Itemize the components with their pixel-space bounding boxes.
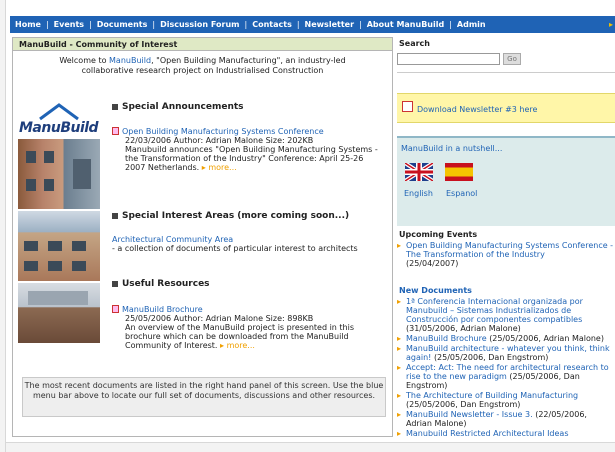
announcement-item: Open Building Manufacturing Systems Conf…	[112, 127, 382, 172]
list-item: The Architecture of Building Manufacturi…	[397, 391, 615, 409]
useful-resources-title: Useful Resources	[122, 279, 210, 289]
conference-doc-link[interactable]: Open Building Manufacturing Systems Conf…	[122, 127, 324, 136]
nav-newsletter[interactable]: Newsletter	[300, 20, 359, 29]
house-roof-icon	[39, 103, 79, 121]
search-label: Search	[399, 39, 430, 48]
special-announcements-title: Special Announcements	[122, 102, 244, 112]
search-input[interactable]	[397, 53, 500, 65]
nav-home[interactable]: Home	[10, 20, 46, 29]
pdf-document-icon	[112, 305, 119, 313]
more-link[interactable]: ▸ more...	[220, 341, 255, 350]
bullet-square-icon	[112, 281, 118, 287]
special-interest-heading: Special Interest Areas (more coming soon…	[112, 211, 349, 221]
search-go-button[interactable]: Go	[503, 53, 521, 65]
list-item: ManuBuild Brochure (25/05/2006, Adrian M…	[397, 334, 615, 343]
nav-contacts[interactable]: Contacts	[247, 20, 297, 29]
download-newsletter-link[interactable]: Download Newsletter #3 here	[417, 105, 537, 114]
lang-spanish-link[interactable]: Espanol	[446, 189, 477, 198]
interest-area-item: Architectural Community Area - a collect…	[112, 235, 382, 253]
document-link[interactable]: Manubuild Restricted Architectural Ideas	[406, 429, 569, 438]
browser-left-edge	[0, 0, 6, 452]
lang-english-link[interactable]: English	[404, 189, 433, 198]
event-link[interactable]: Open Building Manufacturing Systems Conf…	[406, 241, 613, 259]
special-announcements-heading: Special Announcements	[112, 102, 244, 112]
useful-resources-heading: Useful Resources	[112, 279, 210, 289]
nav-events[interactable]: Events	[49, 20, 89, 29]
document-meta: (31/05/2006, Adrian Malone)	[406, 324, 521, 333]
interest-area-description: - a collection of documents of particula…	[112, 244, 358, 253]
brochure-meta: 25/05/2006 Author: Adrian Malone Size: 8…	[125, 314, 314, 323]
welcome-prefix: Welcome to	[59, 56, 110, 65]
nutshell-link[interactable]: ManuBuild in a nutshell...	[401, 144, 502, 153]
welcome-text: Welcome to ManuBuild, "Open Building Man…	[13, 51, 392, 76]
browser-bottom-edge	[6, 442, 615, 452]
document-meta: (25/05/2006, Dan Engstrom)	[406, 400, 521, 409]
list-item: 1ª Conferencia Internacional organizada …	[397, 297, 615, 333]
nav-discussion-forum[interactable]: Discussion Forum	[155, 20, 244, 29]
list-item: Manubuild Restricted Architectural Ideas	[397, 429, 615, 438]
special-interest-title: Special Interest Areas (more coming soon…	[122, 211, 350, 221]
document-link[interactable]: The Architecture of Building Manufacturi…	[406, 391, 578, 400]
bullet-square-icon	[112, 213, 118, 219]
list-item: Accept: Act: The need for architectural …	[397, 363, 615, 390]
document-link[interactable]: ManuBuild Newsletter - Issue 3.	[406, 410, 533, 419]
building-photo	[18, 211, 100, 281]
footer-help-text: The most recent documents are listed in …	[22, 377, 386, 417]
list-item: ManuBuild architecture - whatever you th…	[397, 344, 615, 362]
resource-item: ManuBuild Brochure 25/05/2006 Author: Ad…	[112, 305, 382, 350]
announcement-description: Manubuild announces "Open Building Manuf…	[112, 145, 382, 172]
nav-documents[interactable]: Documents	[92, 20, 153, 29]
announcement-desc-text: Manubuild announces "Open Building Manuf…	[125, 145, 378, 172]
bullet-square-icon	[112, 104, 118, 110]
announcement-meta: 22/03/2006 Author: Adrian Malone Size: 2…	[125, 136, 314, 145]
upcoming-events-list: Open Building Manufacturing Systems Conf…	[397, 241, 615, 269]
more-link-label: more...	[226, 341, 255, 350]
pdf-document-icon	[112, 127, 119, 135]
nav-admin[interactable]: Admin	[452, 20, 491, 29]
new-documents-title: New Documents	[399, 286, 472, 295]
list-item: Open Building Manufacturing Systems Conf…	[397, 241, 615, 268]
more-link[interactable]: ▸ more...	[202, 163, 237, 172]
nav-about[interactable]: About ManuBuild	[362, 20, 449, 29]
document-meta: (25/05/2006, Adrian Malone)	[489, 334, 604, 343]
document-link[interactable]: ManuBuild Brochure	[406, 334, 487, 343]
panel-title: ManuBuild - Community of Interest	[13, 38, 392, 51]
arrow-right-icon: ▸	[608, 20, 613, 29]
list-item: ManuBuild Newsletter - Issue 3. (22/05/2…	[397, 410, 615, 428]
brochure-link[interactable]: ManuBuild Brochure	[122, 305, 203, 314]
building-photo	[18, 283, 100, 343]
manubuild-logo: ManuBuild	[19, 120, 99, 136]
event-date: (25/04/2007)	[406, 259, 459, 268]
document-link[interactable]: 1ª Conferencia Internacional organizada …	[406, 297, 583, 324]
brochure-description: An overview of the ManuBuild project is …	[112, 323, 382, 350]
pdf-document-icon	[402, 101, 413, 112]
new-documents-list: 1ª Conferencia Internacional organizada …	[397, 297, 615, 439]
welcome-manubuild-link[interactable]: ManuBuild	[109, 56, 151, 65]
main-menu-bar: Home | Events | Documents | Discussion F…	[10, 16, 615, 33]
architectural-area-link[interactable]: Architectural Community Area	[112, 235, 382, 244]
uk-flag-icon[interactable]	[405, 163, 433, 181]
document-meta: (25/05/2006, Dan Engstrom)	[433, 353, 549, 362]
spain-flag-icon[interactable]	[445, 163, 473, 181]
upcoming-events-title: Upcoming Events	[399, 230, 478, 239]
more-link-label: more...	[208, 163, 237, 172]
building-photo	[18, 139, 100, 209]
divider	[397, 72, 615, 73]
